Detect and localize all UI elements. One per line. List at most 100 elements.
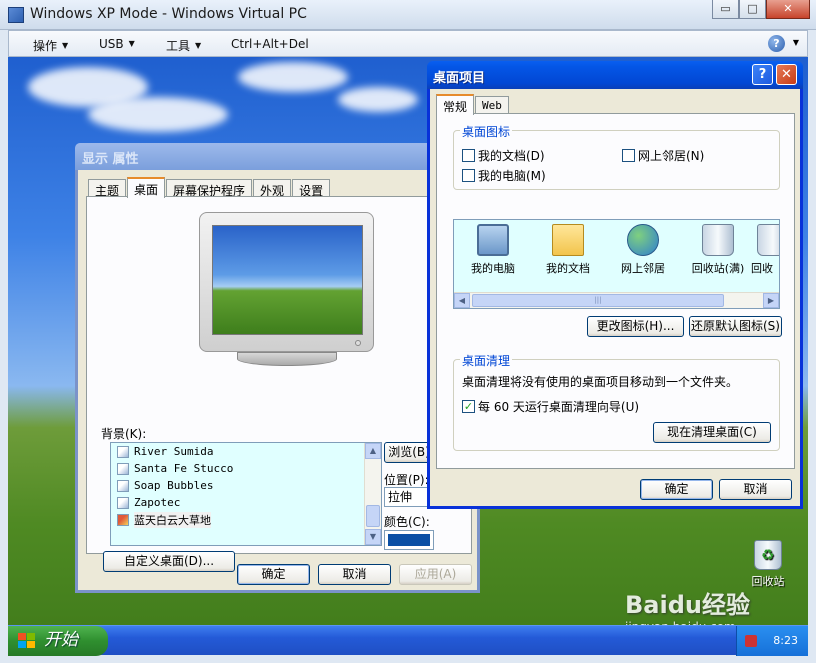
checkbox-box[interactable] [462, 149, 475, 162]
display-properties-window: 显示 属性 主题 桌面 屏幕保护程序 外观 设置 背景(K): River Su… [75, 143, 480, 593]
checkbox-box[interactable] [462, 169, 475, 182]
host-close-button[interactable]: ✕ [766, 0, 810, 19]
scroll-left-icon[interactable]: ◀ [454, 293, 470, 308]
list-item[interactable]: Zapotec [111, 494, 381, 511]
scroll-up-icon[interactable]: ▲ [365, 443, 381, 459]
desktop-items-title-bar: 桌面项目 [427, 61, 803, 89]
close-icon[interactable]: ✕ [776, 64, 797, 85]
security-alert-icon[interactable] [745, 635, 757, 647]
checkbox-box[interactable] [622, 149, 635, 162]
list-item[interactable]: 回收站(满) [683, 224, 753, 276]
list-item[interactable]: 我的电脑 [458, 224, 528, 276]
color-swatch [388, 534, 430, 546]
menu-ctrl-alt-del[interactable]: Ctrl+Alt+Del [231, 37, 309, 51]
host-window-controls: ▭ □ ✕ [712, 0, 810, 19]
restore-default-button[interactable]: 还原默认图标(S) [689, 316, 782, 337]
computer-icon [477, 224, 509, 256]
color-picker[interactable] [384, 530, 434, 550]
start-button[interactable]: 开始 [8, 626, 108, 656]
tab-appearance[interactable]: 外观 [253, 179, 292, 198]
wallpaper-preview [212, 225, 363, 335]
background-list-scrollbar[interactable]: ▲ ▼ [364, 443, 381, 545]
scroll-right-icon[interactable]: ▶ [763, 293, 779, 308]
scroll-down-icon[interactable]: ▼ [365, 529, 381, 545]
cloud [238, 62, 348, 92]
list-item[interactable]: 回收 [751, 224, 779, 276]
tab-web[interactable]: Web [475, 96, 509, 114]
host-maximize-button[interactable]: □ [739, 0, 766, 19]
list-item[interactable]: 网上邻居 [608, 224, 678, 276]
wallpaper-file-icon [117, 496, 129, 509]
cancel-button[interactable]: 取消 [318, 564, 391, 585]
system-tray: 8:23 [736, 626, 808, 656]
checkmark-icon[interactable]: ✓ [462, 400, 475, 413]
documents-icon [552, 224, 584, 256]
window-title: 显示 属性 [82, 152, 139, 167]
desktop-items-tabs: 常规 Web [436, 94, 510, 115]
general-tab-panel: 桌面图标 我的文档(D) 网上邻居(N) 我的电脑(M) 我的电脑 我的文档 网… [436, 113, 795, 469]
host-menu-bar: 操作 ▼ USB ▼ 工具 ▼ Ctrl+Alt+Del ? ▼ [8, 30, 808, 57]
monitor-power-led [355, 340, 361, 346]
menu-action[interactable]: 操作 ▼ [33, 37, 68, 54]
color-label: 颜色(C): [384, 515, 430, 529]
ok-button[interactable]: 确定 [640, 479, 713, 500]
list-item[interactable]: 我的文档 [533, 224, 603, 276]
cancel-button[interactable]: 取消 [719, 479, 792, 500]
taskbar: 开始 8:23 [8, 625, 808, 656]
help-icon[interactable]: ? [752, 64, 773, 85]
scroll-thumb[interactable]: ||| [472, 294, 724, 307]
recycle-bin-full-icon [702, 224, 734, 256]
windows-flag-icon [18, 633, 36, 649]
apply-button: 应用(A) [399, 564, 472, 585]
list-item[interactable]: Soap Bubbles [111, 477, 381, 494]
display-properties-tabs: 主题 桌面 屏幕保护程序 外观 设置 [88, 177, 331, 198]
virtual-pc-app-icon [8, 7, 24, 23]
tab-settings[interactable]: 设置 [292, 179, 331, 198]
menu-usb[interactable]: USB ▼ [99, 37, 135, 51]
list-item[interactable]: River Sumida [111, 443, 381, 460]
host-minimize-button[interactable]: ▭ [712, 0, 739, 19]
menu-tools[interactable]: 工具 ▼ [166, 37, 201, 54]
desktop-icon-list[interactable]: 我的电脑 我的文档 网上邻居 回收站(满) 回收 ◀ ||| ▶ [453, 219, 780, 309]
recycle-bin-label: 回收站 [751, 575, 785, 588]
desktop-items-dialog: 桌面项目 ? ✕ 常规 Web 桌面图标 我的文档(D) 网上邻居(N) 我的电… [427, 61, 803, 509]
cloud [338, 87, 418, 112]
chevron-down-icon: ▼ [128, 39, 135, 48]
cleanup-wizard-checkbox[interactable]: ✓ 每 60 天运行桌面清理向导(U) [462, 398, 639, 415]
desktop-recycle-bin[interactable]: 回收站 [740, 540, 796, 589]
bitmap-file-icon [117, 513, 129, 526]
clock: 8:23 [773, 634, 798, 647]
icon-list-scrollbar[interactable]: ◀ ||| ▶ [454, 292, 779, 308]
my-computer-checkbox[interactable]: 我的电脑(M) [462, 167, 546, 184]
help-icon[interactable]: ? [768, 35, 785, 52]
host-window-title: Windows XP Mode - Windows Virtual PC [30, 6, 307, 22]
window-title: 桌面项目 [433, 71, 486, 86]
tab-general[interactable]: 常规 [436, 94, 475, 115]
group-title: 桌面图标 [460, 123, 513, 140]
group-title: 桌面清理 [460, 352, 513, 369]
cloud [88, 97, 228, 132]
tab-themes[interactable]: 主题 [88, 179, 127, 198]
wallpaper-file-icon [117, 445, 129, 458]
my-documents-checkbox[interactable]: 我的文档(D) [462, 147, 545, 164]
background-listbox[interactable]: River Sumida Santa Fe Stucco Soap Bubble… [110, 442, 382, 546]
list-item-selected[interactable]: 蓝天白云大草地 [111, 511, 381, 528]
background-label: 背景(K): [101, 427, 147, 441]
list-item[interactable]: Santa Fe Stucco [111, 460, 381, 477]
wallpaper-file-icon [117, 462, 129, 475]
chevron-down-icon: ▼ [62, 41, 69, 50]
chevron-down-icon: ▼ [195, 41, 202, 50]
ok-button[interactable]: 确定 [237, 564, 310, 585]
network-places-checkbox[interactable]: 网上邻居(N) [622, 147, 704, 164]
change-icon-button[interactable]: 更改图标(H)... [587, 316, 684, 337]
tab-screensaver[interactable]: 屏幕保护程序 [166, 179, 253, 198]
customize-desktop-button[interactable]: 自定义桌面(D)... [103, 551, 235, 572]
clean-desktop-now-button[interactable]: 现在清理桌面(C) [653, 422, 771, 443]
display-properties-title-bar: 显示 属性 [75, 143, 480, 170]
host-title-bar: Windows XP Mode - Windows Virtual PC ▭ □… [0, 0, 816, 30]
help-chevron-down-icon[interactable]: ▼ [793, 38, 799, 47]
monitor-stand [237, 352, 337, 366]
scroll-thumb[interactable] [366, 505, 380, 527]
cleanup-description: 桌面清理将没有使用的桌面项目移动到一个文件夹。 [462, 375, 739, 389]
tab-desktop[interactable]: 桌面 [127, 177, 166, 198]
